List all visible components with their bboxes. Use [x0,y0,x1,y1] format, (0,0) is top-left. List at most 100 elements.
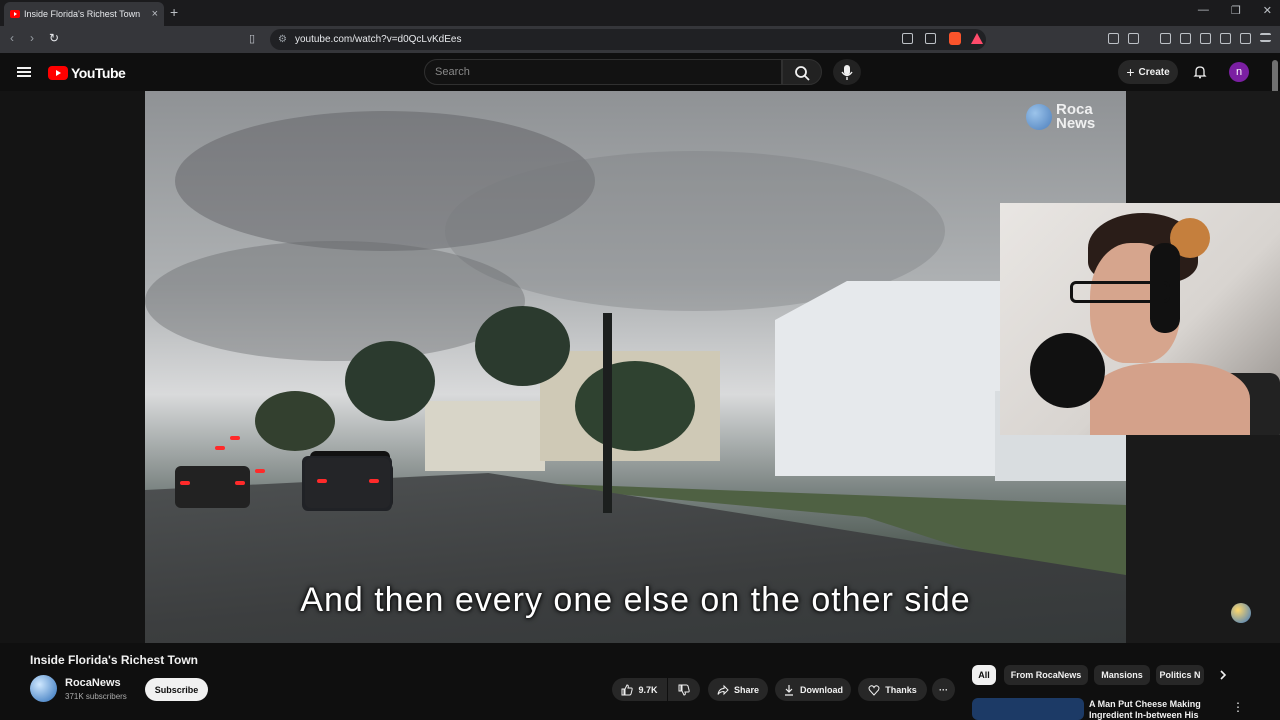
chip-all[interactable]: All [972,665,996,685]
youtube-logo[interactable]: YouTube [48,65,126,81]
forward-icon[interactable]: › [30,31,34,45]
chevron-right-icon[interactable] [1216,668,1230,682]
thanks-heart-icon [868,684,880,696]
create-label: Create [1138,66,1170,78]
cast-icon[interactable] [902,33,913,44]
create-button[interactable]: + Create [1118,60,1178,84]
minimize-button[interactable]: — [1198,4,1209,17]
subscriber-count: 371K subscribers [65,692,127,701]
glasses [1070,281,1170,303]
brave-shields-icon[interactable] [949,32,961,45]
chip-politics[interactable]: Politics N [1156,665,1204,685]
browser-chrome: Inside Florida's Richest Town × + — ❐ ✕ … [0,0,1280,53]
tree [575,361,695,451]
house-white-blue-shutters [775,281,1015,476]
wallet-icon[interactable] [1200,33,1211,44]
microphone [1030,333,1105,408]
more-horizontal-icon: ··· [939,684,948,695]
microphone-icon [841,65,853,80]
extensions-icon[interactable] [1108,33,1119,44]
site-info-icon[interactable]: ⚙ [278,34,287,45]
utility-pole [603,313,612,513]
person-torso [1090,363,1250,435]
rocanews-watermark: Roca News [1026,101,1106,132]
video-player[interactable]: Roca News And then every one else on the… [145,91,1126,643]
thumbs-up-icon [621,683,634,695]
tail-light [317,479,327,483]
tab-bar: Inside Florida's Richest Town × + — ❐ ✕ [0,0,1280,26]
close-window-button[interactable]: ✕ [1263,4,1272,17]
download-button[interactable]: Download [775,678,851,701]
bookmark-icon[interactable]: ▯ [249,32,255,45]
notifications-bell-icon[interactable] [1193,65,1207,79]
more-vertical-icon[interactable]: ⋮ [1232,700,1244,714]
search-button[interactable] [782,59,822,85]
address-bar[interactable]: ⚙ youtube.com/watch?v=d0QcLvKdEes [270,29,986,50]
car-left [175,466,250,508]
reader-icon[interactable] [1128,33,1139,44]
vpn-icon[interactable] [1240,33,1251,44]
url-text: youtube.com/watch?v=d0QcLvKdEes [294,34,462,45]
youtube-favicon-icon [10,10,20,18]
maximize-button[interactable]: ❐ [1231,4,1241,17]
streamer-webcam-overlay [1000,203,1280,435]
voice-search-button[interactable] [833,59,861,85]
rocanews-globe-icon [1026,104,1052,130]
plus-icon: + [1126,64,1135,80]
car-body [305,458,390,508]
new-tab-button[interactable]: + [170,4,178,20]
download-icon [785,684,793,696]
channel-name[interactable]: RocaNews [65,677,121,689]
menu-icon[interactable] [1260,33,1271,42]
thanks-button[interactable]: Thanks [858,678,927,701]
tail-light [255,469,265,473]
subscribe-button[interactable]: Subscribe [145,678,208,701]
channel-avatar[interactable] [30,675,57,702]
tab-title: Inside Florida's Richest Town [24,9,141,19]
rocanews-corner-icon [1231,603,1251,623]
thumbs-down-icon [678,684,690,696]
account-avatar[interactable]: n [1229,62,1249,82]
tab-close-button[interactable]: × [152,8,158,20]
tail-light [230,436,240,440]
search-input[interactable]: Search [424,59,782,85]
share-button[interactable]: Share [708,678,768,701]
guide-menu-icon[interactable] [17,67,31,77]
window-controls: — ❐ ✕ [1198,4,1272,17]
sidebar-icon[interactable] [1180,33,1191,44]
like-count: 9.7K [638,684,658,695]
video-title: Inside Florida's Richest Town [30,653,198,667]
tail-light [369,479,379,483]
chip-mansions[interactable]: Mansions [1094,665,1150,685]
recommendation-title[interactable]: A Man Put Cheese Making Ingredient In-be… [1089,699,1219,720]
more-actions-button[interactable]: ··· [932,678,955,701]
tail-light [180,481,190,485]
browser-tab[interactable]: Inside Florida's Richest Town × [4,2,164,26]
media-icon[interactable] [1160,33,1171,44]
youtube-header: YouTube Search + Create n [0,53,1280,91]
share-page-icon[interactable] [925,33,936,44]
house-left [425,401,545,471]
video-caption: And then every one else on the other sid… [300,581,971,619]
tail-light [235,481,245,485]
tree [255,391,335,451]
brave-rewards-icon[interactable] [971,33,983,44]
cloud-shape [145,241,525,361]
like-button[interactable]: 9.7K [612,678,667,701]
dislike-button[interactable] [668,678,700,701]
thanks-label: Thanks [885,684,917,695]
share-label: Share [733,684,759,695]
search-icon [795,66,810,81]
back-icon[interactable]: ‹ [10,31,14,45]
palm-tree [475,306,570,386]
recommendation-thumbnail[interactable] [972,698,1084,720]
palm-tree [345,341,435,421]
search-placeholder: Search [435,66,470,78]
youtube-play-icon [48,66,68,80]
theater-left-background [0,91,145,643]
chip-from-rocanews[interactable]: From RocaNews [1004,665,1088,685]
reload-icon[interactable]: ↻ [49,31,59,45]
watermark-text: Roca News [1056,101,1096,132]
leo-icon[interactable] [1220,33,1231,44]
share-icon [717,684,729,695]
